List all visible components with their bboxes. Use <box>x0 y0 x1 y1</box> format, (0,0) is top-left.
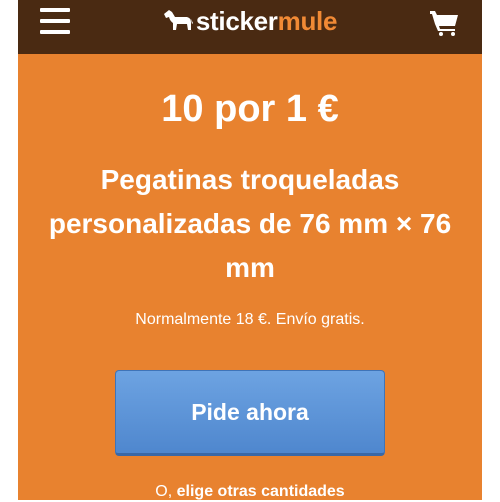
order-now-button[interactable]: Pide ahora <box>115 370 385 456</box>
other-quantities-line: O, elige otras cantidades <box>0 482 500 502</box>
other-quantities-prefix: O, <box>155 483 177 500</box>
price-note: Normalmente 18 €. Envío gratis. <box>135 311 365 328</box>
mule-icon <box>163 10 193 30</box>
shopping-cart-icon[interactable] <box>430 8 460 36</box>
promo-price: 10 por 1 € <box>161 88 339 130</box>
top-navigation-bar: stickermule <box>18 0 482 54</box>
other-quantities-link[interactable]: elige otras cantidades <box>177 483 345 500</box>
promo-content: 10 por 1 € Pegatinas troqueladas persona… <box>0 54 500 502</box>
product-title: Pegatinas troqueladas personalizadas de … <box>48 164 452 283</box>
stickermule-logo[interactable]: stickermule <box>18 6 482 36</box>
logo-text-mule: mule <box>277 6 338 36</box>
logo-text-sticker: sticker <box>195 6 278 36</box>
